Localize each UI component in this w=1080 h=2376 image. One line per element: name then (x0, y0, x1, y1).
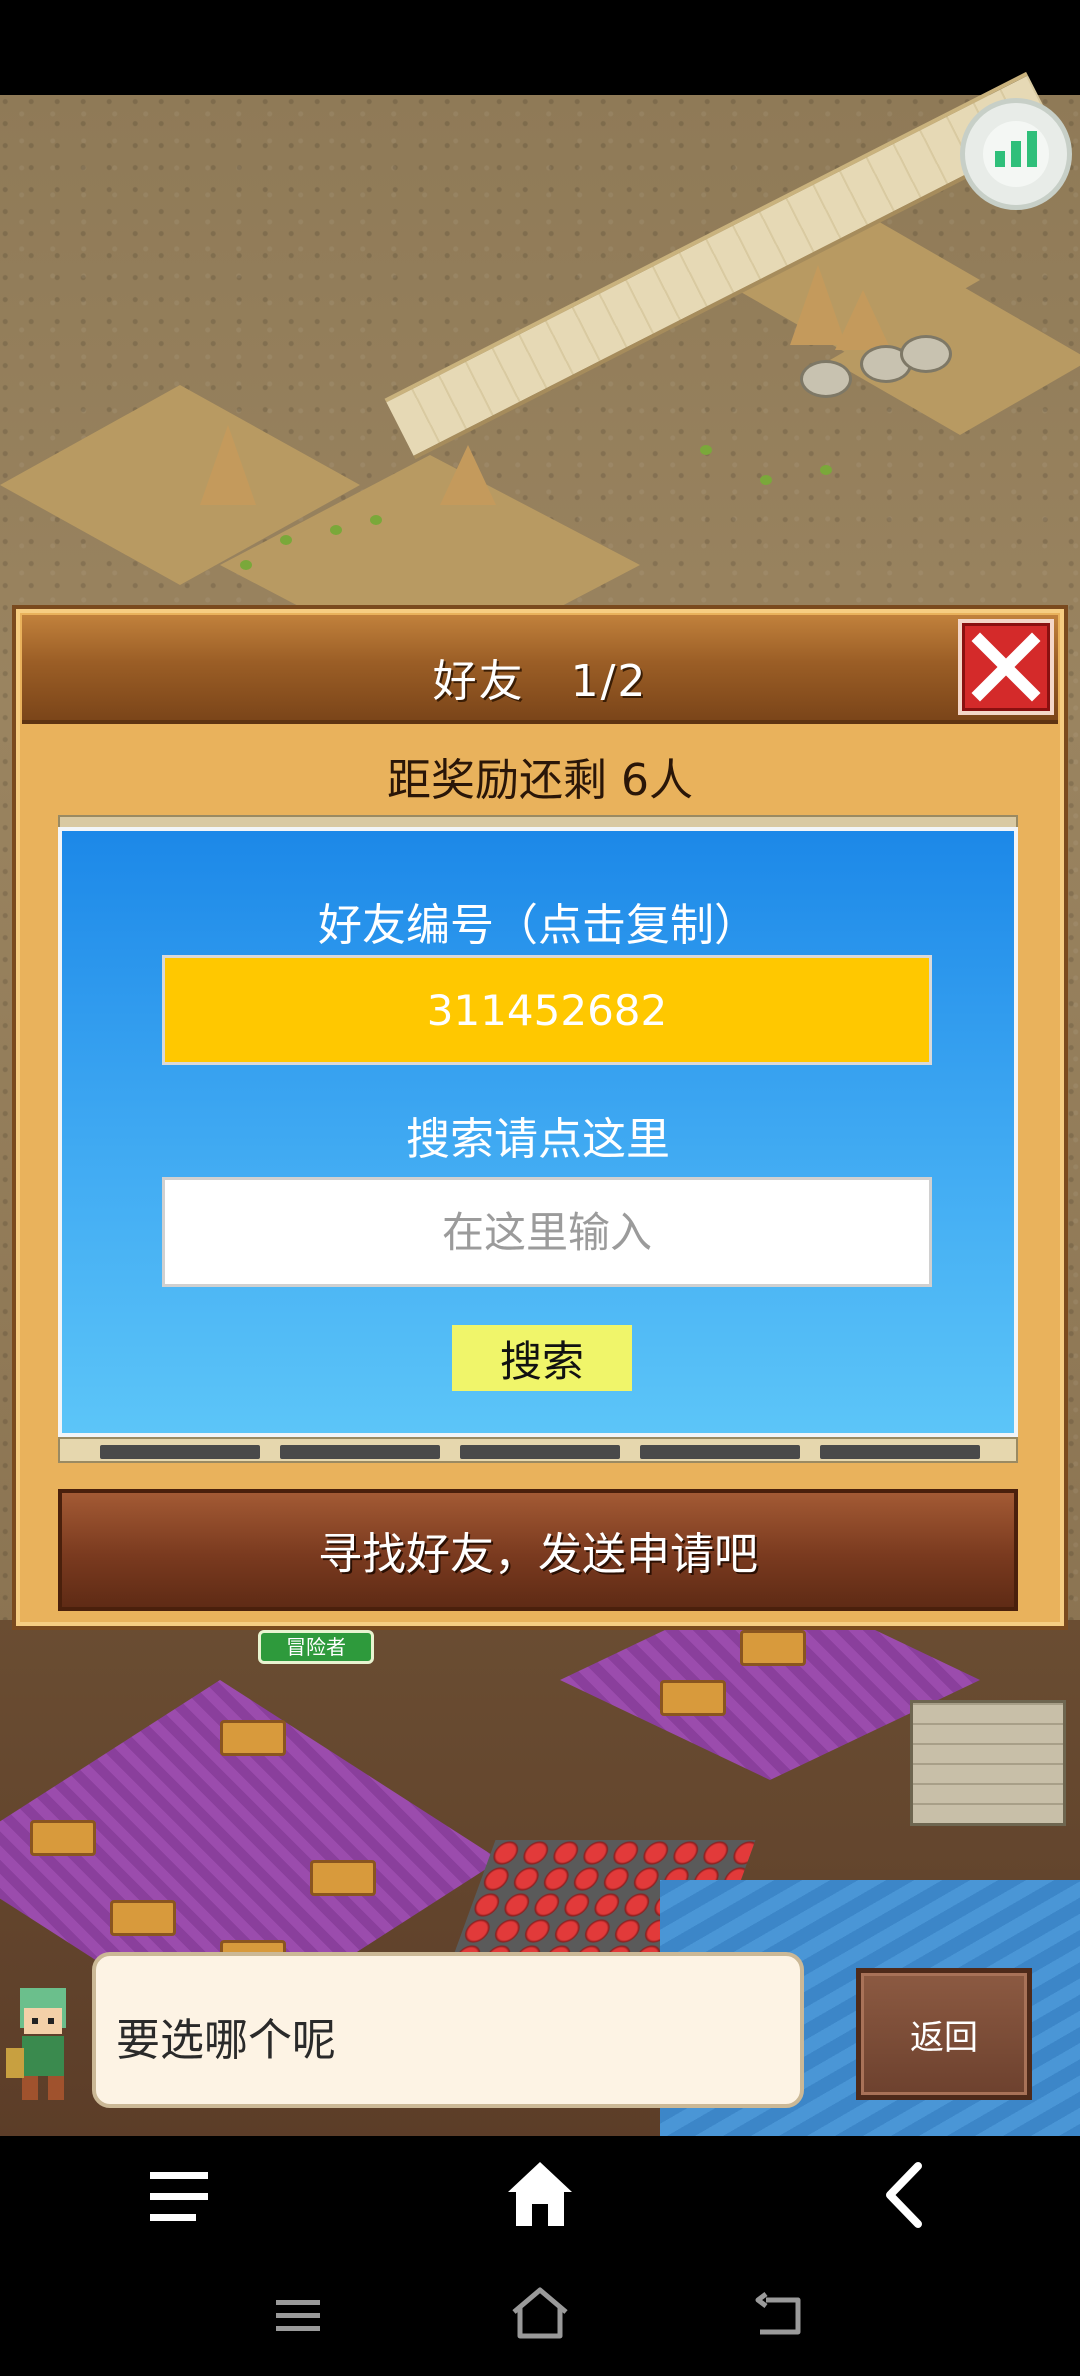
shrub (280, 535, 292, 545)
system-nav-bar (0, 2136, 1080, 2256)
stone-tower (910, 1700, 1066, 1826)
friend-code-copy-button[interactable]: 311452682 (162, 955, 932, 1065)
tavern-table (660, 1680, 726, 1716)
search-label: 搜索请点这里 (406, 1114, 670, 1165)
speech-bubble: 要选哪个呢 (92, 1952, 804, 2108)
friend-search-panel: 好友编号（点击复制） 311452682 搜索请点这里 搜索 (58, 827, 1018, 1437)
shrub (330, 525, 342, 535)
back-icon[interactable] (878, 2160, 928, 2230)
speech-text: 要选哪个呢 (116, 2015, 336, 2066)
close-icon (971, 632, 1041, 702)
shrub (760, 475, 772, 485)
tavern-table (30, 1820, 96, 1856)
friend-dialog: 好友 1/2 距奖励还剩 6人 好友编号（点击复制） 311452682 搜索请… (12, 605, 1068, 1630)
tavern-table (740, 1630, 806, 1666)
rock-spire (835, 290, 891, 350)
tavern-table (220, 1720, 286, 1756)
tavern-table (310, 1860, 376, 1896)
find-friends-button[interactable]: 寻找好友，发送申请吧 (58, 1489, 1018, 1611)
stats-button[interactable] (960, 98, 1072, 210)
game-screen: 冒险者 好友 1/2 距奖励还剩 6人 好友编号（点击复制） 311452682… (0, 0, 1080, 2376)
boulder (800, 360, 852, 398)
rock-spire (200, 425, 256, 505)
back-icon[interactable] (752, 2290, 808, 2340)
search-button[interactable]: 搜索 (452, 1325, 632, 1391)
dialog-header: 好友 1/2 (22, 615, 1058, 724)
close-button[interactable] (958, 619, 1054, 715)
boulder (900, 335, 952, 373)
home-icon[interactable] (508, 2286, 572, 2342)
friend-search-input[interactable] (162, 1177, 932, 1287)
tavern-table (110, 1900, 176, 1936)
shrub (370, 515, 382, 525)
menu-icon[interactable] (274, 2296, 324, 2336)
dialog-title: 好友 1/2 (432, 656, 648, 707)
rock-spire (440, 445, 496, 505)
shrub (240, 560, 252, 570)
home-icon[interactable] (504, 2158, 576, 2230)
shrub (820, 465, 832, 475)
panel-trim-bottom (58, 1437, 1018, 1463)
character-avatar (6, 1988, 66, 2100)
system-nav-bar-secondary (0, 2256, 1080, 2376)
reward-remaining-text: 距奖励还剩 6人 (387, 755, 693, 806)
menu-icon[interactable] (146, 2166, 212, 2226)
shrub (700, 445, 712, 455)
back-button[interactable]: 返回 (856, 1968, 1032, 2100)
adventurer-tag: 冒险者 (258, 1630, 374, 1664)
friend-code-label: 好友编号（点击复制） (318, 900, 758, 951)
signal-bars-icon (983, 121, 1049, 187)
